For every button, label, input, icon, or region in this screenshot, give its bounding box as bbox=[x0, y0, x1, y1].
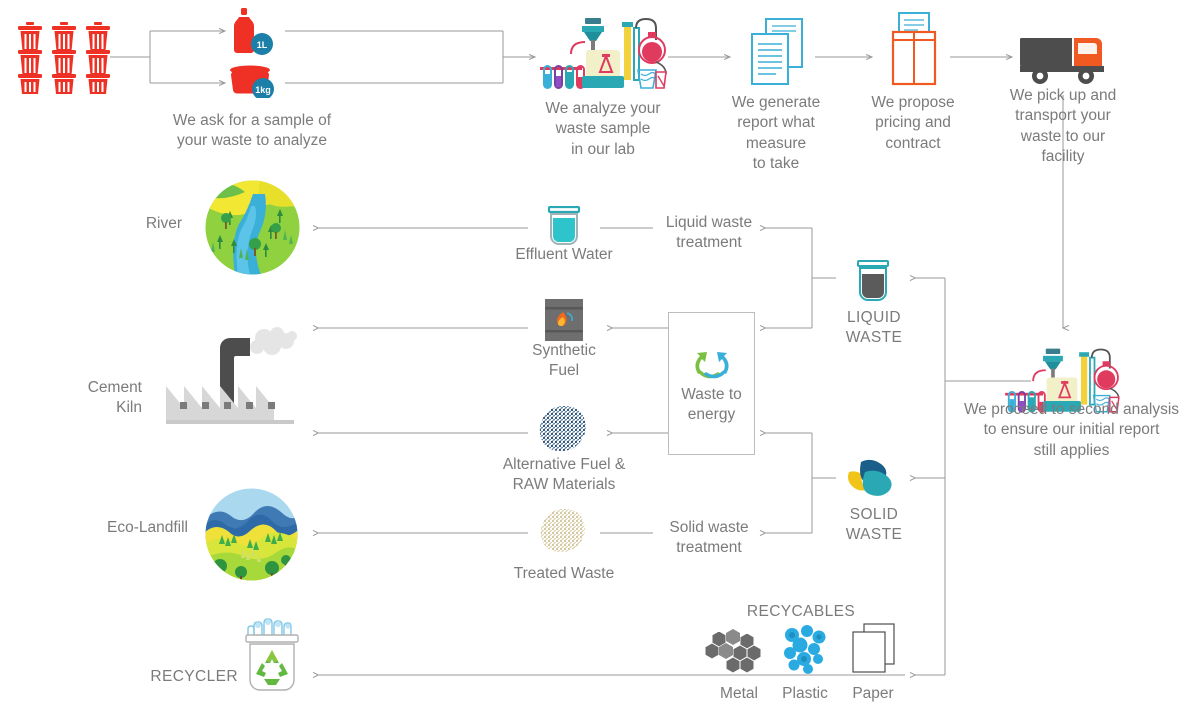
label-river: River bbox=[145, 215, 182, 232]
paper-sheets-icon bbox=[850, 622, 898, 674]
caption-sample: We ask for a sample of your waste to ana… bbox=[172, 112, 332, 150]
label-treated-waste: Treated Waste bbox=[513, 565, 615, 582]
recycle-arrows-icon bbox=[690, 342, 734, 382]
cement-factory-icon bbox=[162, 320, 298, 428]
tanker-truck-icon bbox=[1020, 30, 1110, 86]
caption-contract: We propose pricing and contract bbox=[871, 94, 955, 152]
lab-analysis-icon bbox=[538, 14, 668, 96]
sample-bottle-icon: 1L 1kg bbox=[228, 8, 286, 98]
label-recycables-title: RECYCABLES bbox=[746, 603, 856, 620]
documents-icon bbox=[748, 18, 810, 90]
badge-1l-text: 1L bbox=[257, 40, 268, 50]
label-metal: Metal bbox=[720, 685, 758, 702]
caption-analyze: We analyze your waste sample in our lab bbox=[545, 100, 661, 158]
waste-to-energy-box bbox=[668, 312, 755, 455]
label-recycler: RECYCLER bbox=[150, 668, 238, 685]
label-waste-to-energy: Waste to energy bbox=[681, 386, 742, 424]
granulate-dark-icon bbox=[539, 405, 589, 453]
label-effluent-water: Effluent Water bbox=[515, 246, 613, 263]
caption-second-analysis: We proceed to second analysis to ensure … bbox=[963, 401, 1180, 459]
label-alt-fuel-raw: Alternative Fuel & RAW Materials bbox=[502, 456, 626, 494]
label-solid-waste: SOLID WASTE bbox=[845, 506, 903, 544]
caption-report: We generate report what measure to take bbox=[731, 94, 821, 173]
label-plastic: Plastic bbox=[782, 685, 828, 702]
label-liquid-waste: LIQUID WASTE bbox=[845, 309, 903, 347]
granulate-tan-icon bbox=[540, 508, 588, 554]
liquid-waste-beaker-icon bbox=[851, 260, 895, 308]
fuel-barrel-icon bbox=[542, 297, 586, 343]
recycle-bin-icon bbox=[242, 613, 302, 695]
label-cement-kiln: Cement Kiln bbox=[87, 379, 142, 417]
eco-landfill-icon bbox=[205, 488, 298, 581]
label-synthetic-fuel: Synthetic Fuel bbox=[532, 342, 596, 380]
plastic-circles-icon bbox=[780, 625, 830, 675]
trash-bins-icon bbox=[18, 22, 110, 94]
solid-waste-blob-icon bbox=[845, 458, 905, 500]
label-eco-landfill: Eco-Landfill bbox=[107, 519, 188, 536]
contract-envelope-icon bbox=[885, 12, 943, 90]
label-solid-treatment: Solid waste treatment bbox=[669, 519, 749, 557]
river-landscape-icon bbox=[205, 180, 300, 275]
process-flow-diagram: 1L 1kg We ask for a sample of your waste… bbox=[0, 0, 1193, 705]
badge-1kg-text: 1kg bbox=[255, 85, 271, 95]
label-liquid-treatment: Liquid waste treatment bbox=[665, 214, 753, 252]
metal-hexagons-icon bbox=[705, 627, 771, 675]
label-paper: Paper bbox=[852, 685, 894, 702]
caption-pickup: We pick up and transport your waste to o… bbox=[1009, 87, 1117, 166]
